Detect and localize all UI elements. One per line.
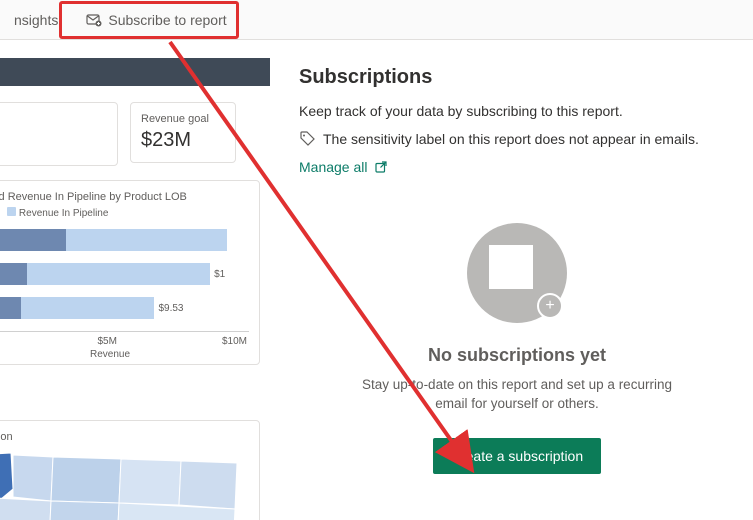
report-card-blank [0, 102, 118, 166]
empty-state-title: No subscriptions yet [323, 345, 711, 366]
create-subscription-button[interactable]: Create a subscription [433, 438, 601, 474]
axis-tick: $5M [97, 336, 116, 347]
chart-bar-row: $1 [0, 263, 249, 285]
empty-state-body: Stay up-to-date on this report and set u… [362, 376, 672, 414]
map-card: Location [0, 420, 260, 520]
subscribe-icon [86, 12, 102, 28]
chart-legend: /on Revenue In Pipeline [0, 207, 249, 219]
empty-state: + No subscriptions yet Stay up-to-date o… [299, 223, 735, 474]
revenue-chart-card: on and Revenue In Pipeline by Product LO… [0, 180, 260, 365]
panel-title: Subscriptions [299, 66, 735, 89]
revenue-goal-label: Revenue goal [141, 113, 225, 125]
chart-title: on and Revenue In Pipeline by Product LO… [0, 191, 249, 203]
chart-bar-row: $9.53 [0, 297, 249, 319]
map-title: Location [0, 431, 249, 443]
subscribe-to-report-button[interactable]: Subscribe to report [72, 0, 240, 39]
sensitivity-notice: The sensitivity label on this report doe… [299, 131, 735, 147]
manage-all-link[interactable]: Manage all [299, 159, 388, 175]
chart-bar-row [0, 229, 249, 251]
report-header-strip [0, 58, 270, 86]
empty-state-graphic: + [467, 223, 567, 323]
create-subscription-label: Create a subscription [451, 448, 583, 464]
chart-bars: $1 $9.53 [0, 229, 249, 319]
revenue-goal-card: Revenue goal $23M [130, 102, 236, 163]
report-canvas: Revenue goal $23M on and Revenue In Pipe… [0, 40, 270, 520]
chart-axis-label: Revenue [0, 349, 249, 360]
sensitivity-text: The sensitivity label on this report doe… [323, 131, 699, 147]
tag-icon [299, 131, 315, 147]
insights-label: nsights [14, 12, 58, 28]
axis-tick: $10M [222, 336, 247, 347]
subscribe-label: Subscribe to report [108, 12, 226, 28]
plus-icon: + [537, 293, 563, 319]
revenue-goal-value: $23M [141, 129, 225, 152]
map-graphic [0, 449, 241, 520]
external-link-icon [374, 160, 388, 174]
legend-pipeline: Revenue In Pipeline [19, 208, 109, 219]
manage-all-label: Manage all [299, 159, 368, 175]
subscriptions-panel: Subscriptions Keep track of your data by… [277, 40, 753, 520]
panel-description: Keep track of your data by subscribing t… [299, 103, 735, 119]
insights-tab[interactable]: nsights [0, 0, 72, 39]
chart-axis-ticks: $0M$5M$10M [0, 331, 249, 347]
